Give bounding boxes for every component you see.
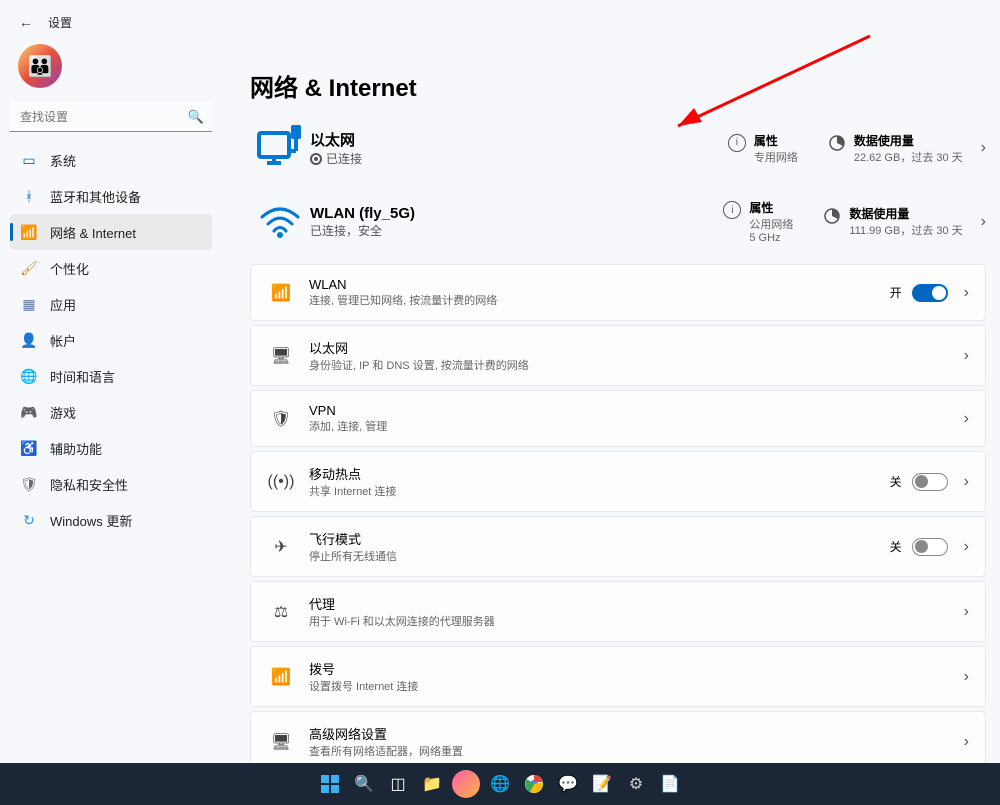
edge-icon[interactable]: 🌐: [486, 770, 514, 798]
wlan-properties[interactable]: i 属性公用网络5 GHz: [723, 199, 793, 244]
sidebar-item-personalization[interactable]: 🖌个性化: [10, 250, 212, 286]
chevron-right-icon: ›: [964, 538, 969, 556]
wechat-icon[interactable]: 💬: [554, 770, 582, 798]
card-airplane[interactable]: ✈ 飞行模式停止所有无线通信 关 ›: [250, 516, 986, 577]
wlan-icon: [250, 205, 310, 239]
page-title: 网络 & Internet: [250, 68, 986, 103]
ethernet-properties[interactable]: i 属性专用网络: [728, 132, 798, 165]
wifi-icon: 📶: [20, 223, 38, 241]
game-icon: 🎮: [20, 403, 38, 421]
sidebar-item-time[interactable]: 🌐时间和语言: [10, 358, 212, 394]
chevron-right-icon: ›: [964, 284, 969, 302]
chevron-right-icon: ›: [964, 733, 969, 751]
airplane-icon: ✈: [267, 537, 295, 557]
search-icon: 🔍: [188, 109, 204, 125]
window-title: 设置: [48, 14, 72, 31]
wlan-usage[interactable]: 数据使用量111.99 GB，过去 30 天: [823, 205, 962, 238]
info-icon: i: [728, 134, 746, 152]
card-dialup[interactable]: 📶 拨号设置拨号 Internet 连接 ›: [250, 646, 986, 707]
settings-icon[interactable]: ⚙: [622, 770, 650, 798]
sidebar-item-privacy[interactable]: 🛡隐私和安全性: [10, 466, 212, 502]
pie-icon: [828, 134, 846, 152]
sidebar-item-apps[interactable]: ▦应用: [10, 286, 212, 322]
wlan-toggle[interactable]: [912, 284, 948, 302]
card-wlan[interactable]: 📶 WLAN连接, 管理已知网络, 按流量计费的网络 开 ›: [250, 264, 986, 321]
taskbar[interactable]: 🔍 ◫ 📁 🌐 💬 📝 ⚙ 📄: [0, 763, 1000, 805]
card-hotspot[interactable]: ((•)) 移动热点共享 Internet 连接 关 ›: [250, 451, 986, 512]
bluetooth-icon: ᚼ: [20, 187, 38, 205]
user-avatar[interactable]: 👪: [18, 44, 62, 88]
person-icon: 👤: [20, 331, 38, 349]
ethernet-status: 已连接: [326, 150, 362, 167]
card-proxy[interactable]: ⚖ 代理用于 Wi-Fi 和以太网连接的代理服务器 ›: [250, 581, 986, 642]
chevron-right-icon: ›: [964, 410, 969, 428]
search-input[interactable]: [10, 102, 212, 132]
sidebar-item-update[interactable]: ↻Windows 更新: [10, 502, 212, 538]
app-icon-3[interactable]: 📄: [656, 770, 684, 798]
sidebar-item-accessibility[interactable]: ♿辅助功能: [10, 430, 212, 466]
network-wlan-row: WLAN (fly_5G) 已连接，安全 i 属性公用网络5 GHz 数据使用量…: [250, 189, 986, 258]
wlan-status: 已连接，安全: [310, 222, 693, 239]
back-button[interactable]: ←: [14, 10, 38, 34]
status-dot-icon: [310, 153, 322, 165]
main-content: 网络 & Internet 以太网 已连接 i 属性专用网络 数据使用量22.6…: [222, 44, 1000, 767]
hotspot-icon: ((•)): [267, 473, 295, 491]
chevron-right-icon: ›: [964, 603, 969, 621]
info-icon: i: [723, 201, 741, 219]
shield-icon: 🛡: [267, 409, 295, 429]
taskview-icon[interactable]: ◫: [384, 770, 412, 798]
app-icon-2[interactable]: 📝: [588, 770, 616, 798]
chevron-right-icon[interactable]: ›: [981, 139, 986, 157]
ethernet-icon: [250, 121, 310, 175]
chrome-icon[interactable]: [520, 770, 548, 798]
shield-icon: 🛡: [20, 475, 38, 493]
wlan-name: WLAN (fly_5G): [310, 205, 693, 222]
sidebar-item-network[interactable]: 📶网络 & Internet: [10, 214, 212, 250]
display-icon: ▭: [20, 151, 38, 169]
dialup-icon: 📶: [267, 667, 295, 687]
app-icon-1[interactable]: [452, 770, 480, 798]
accessibility-icon: ♿: [20, 439, 38, 457]
monitor-icon: 🖥: [267, 732, 295, 752]
chevron-right-icon: ›: [964, 473, 969, 491]
card-advanced[interactable]: 🖥 高级网络设置查看所有网络适配器，网络重置 ›: [250, 711, 986, 767]
pie-icon: [823, 207, 841, 225]
explorer-icon[interactable]: 📁: [418, 770, 446, 798]
update-icon: ↻: [20, 511, 38, 529]
airplane-toggle[interactable]: [912, 538, 948, 556]
ethernet-usage[interactable]: 数据使用量22.62 GB，过去 30 天: [828, 132, 963, 165]
chevron-right-icon[interactable]: ›: [981, 213, 986, 231]
globe-icon: 🌐: [20, 367, 38, 385]
ethernet-icon: 🖥: [267, 346, 295, 366]
sidebar-item-accounts[interactable]: 👤帐户: [10, 322, 212, 358]
network-ethernet-row: 以太网 已连接 i 属性专用网络 数据使用量22.62 GB，过去 30 天 ›: [250, 111, 986, 189]
chevron-right-icon: ›: [964, 347, 969, 365]
ethernet-name: 以太网: [310, 129, 698, 150]
wifi-icon: 📶: [267, 283, 295, 303]
apps-icon: ▦: [20, 295, 38, 313]
proxy-icon: ⚖: [267, 602, 295, 622]
card-vpn[interactable]: 🛡 VPN添加, 连接, 管理 ›: [250, 390, 986, 447]
sidebar-item-system[interactable]: ▭系统: [10, 142, 212, 178]
card-ethernet[interactable]: 🖥 以太网身份验证, IP 和 DNS 设置, 按流量计费的网络 ›: [250, 325, 986, 386]
hotspot-toggle[interactable]: [912, 473, 948, 491]
brush-icon: 🖌: [20, 259, 38, 277]
search-icon[interactable]: 🔍: [350, 770, 378, 798]
sidebar: 👪 🔍 ▭系统 ᚼ蓝牙和其他设备 📶网络 & Internet 🖌个性化 ▦应用…: [0, 44, 222, 767]
chevron-right-icon: ›: [964, 668, 969, 686]
sidebar-item-bluetooth[interactable]: ᚼ蓝牙和其他设备: [10, 178, 212, 214]
start-icon[interactable]: [316, 770, 344, 798]
sidebar-item-gaming[interactable]: 🎮游戏: [10, 394, 212, 430]
